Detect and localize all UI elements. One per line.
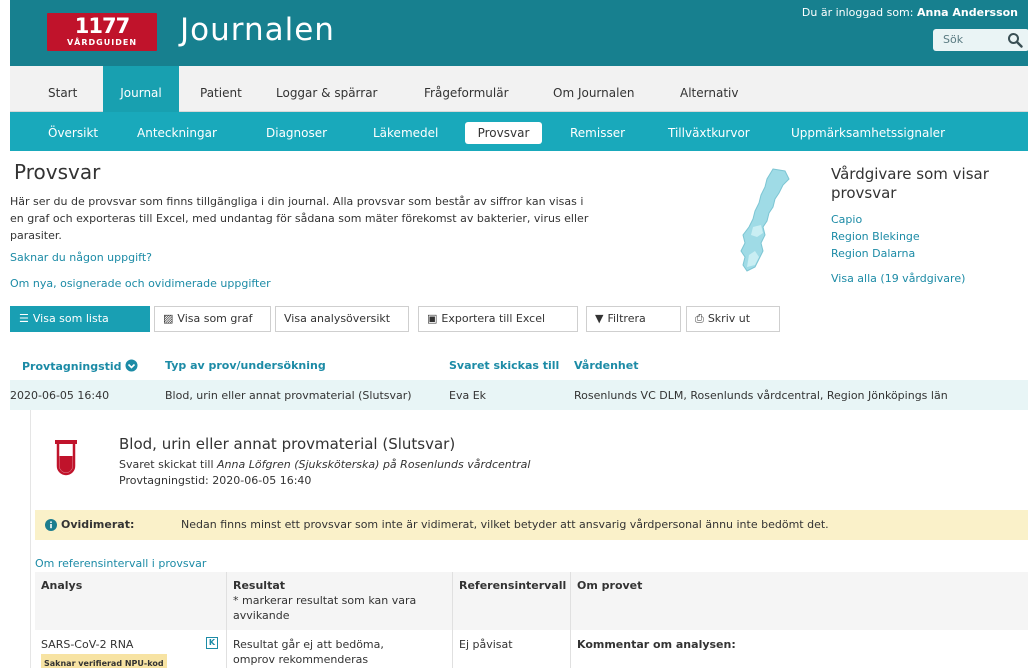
providers-panel: Vårdgivare som visar provsvar Capio Regi… bbox=[831, 165, 1001, 287]
result-detail: Blod, urin eller annat provmaterial (Slu… bbox=[30, 410, 1028, 668]
npu-badge: Saknar verifierad NPU-kod bbox=[41, 654, 167, 668]
providers-show-all-link[interactable]: Visa alla (19 vårdgivare) bbox=[831, 270, 1001, 287]
list-icon: ☰ bbox=[19, 312, 29, 325]
row-type: Blod, urin eller annat provmaterial (Slu… bbox=[165, 389, 412, 402]
nav-logs[interactable]: Loggar & spärrar bbox=[276, 66, 378, 112]
col-sample-time[interactable]: Provtagningstid bbox=[22, 359, 138, 373]
sweden-map-icon bbox=[740, 168, 790, 272]
reference-col-header: Referensintervall bbox=[453, 572, 571, 630]
subnav-test-results[interactable]: Provsvar bbox=[465, 122, 542, 144]
reference-interval-link[interactable]: Om referensintervall i provsvar bbox=[35, 557, 206, 570]
result-cell: Resultat går ej att bedöma, omprov rekom… bbox=[227, 630, 453, 668]
subnav-notes[interactable]: Anteckningar bbox=[137, 122, 217, 144]
sort-icon[interactable] bbox=[125, 359, 138, 372]
search-label: Sök bbox=[943, 33, 964, 46]
user-name: Anna Andersson bbox=[916, 6, 1018, 19]
col-care-unit[interactable]: Vårdenhet bbox=[574, 359, 638, 372]
row-unit: Rosenlunds VC DLM, Rosenlunds vårdcentra… bbox=[574, 389, 948, 402]
subnav-referrals[interactable]: Remisser bbox=[570, 122, 625, 144]
search-icon[interactable] bbox=[1007, 32, 1023, 48]
logged-in-info: Du är inloggad som: Anna Andersson bbox=[802, 6, 1018, 19]
search-box[interactable]: Sök bbox=[933, 29, 1028, 51]
info-icon bbox=[45, 519, 57, 531]
unverified-warning: Ovidimerat: Nedan finns minst ett provsv… bbox=[35, 510, 1028, 540]
subnav-diagnoses[interactable]: Diagnoser bbox=[266, 122, 327, 144]
table-row[interactable]: 2020-06-05 16:40 Blod, urin eller annat … bbox=[10, 380, 1028, 410]
nav-forms[interactable]: Frågeformulär bbox=[424, 66, 509, 112]
excel-icon: ▣ bbox=[427, 312, 438, 325]
detail-title: Blod, urin eller annat provmaterial (Slu… bbox=[119, 435, 456, 453]
filter-button[interactable]: ▼ Filtrera bbox=[586, 306, 681, 332]
about-col-header: Om provet bbox=[571, 572, 1028, 630]
page-intro: Här ser du de provsvar som finns tillgän… bbox=[10, 195, 589, 242]
view-as-graph-button[interactable]: ▨ Visa som graf bbox=[154, 306, 271, 332]
nav-about[interactable]: Om Journalen bbox=[553, 66, 634, 112]
subnav-attention-signals[interactable]: Uppmärksamhetssignaler bbox=[791, 122, 945, 144]
results-table-header: Provtagningstid Typ av prov/undersökning… bbox=[10, 353, 1028, 379]
logged-in-prefix: Du är inloggad som: bbox=[801, 6, 914, 19]
view-as-list-button[interactable]: ☰ Visa som lista bbox=[10, 306, 150, 332]
app-title: Journalen bbox=[180, 12, 335, 48]
nav-patient[interactable]: Patient bbox=[200, 66, 242, 112]
logo-1177[interactable]: 1177 VÅRDGUIDEN bbox=[47, 13, 157, 51]
detail-sample-time: Provtagningstid: 2020-06-05 16:40 bbox=[119, 474, 312, 487]
analysis-name: SARS-CoV-2 RNA bbox=[41, 638, 134, 651]
row-time: 2020-06-05 16:40 bbox=[10, 389, 110, 402]
about-cell: Kommentar om analysen: bbox=[577, 638, 736, 651]
col-test-type[interactable]: Typ av prov/undersökning bbox=[165, 359, 326, 372]
col-sent-to[interactable]: Svaret skickas till bbox=[449, 359, 559, 372]
sub-nav: Översikt Anteckningar Diagnoser Läkemede… bbox=[10, 112, 1028, 151]
k-icon[interactable]: K bbox=[206, 637, 218, 649]
page-title: Provsvar bbox=[14, 160, 101, 184]
nav-journal[interactable]: Journal bbox=[103, 66, 179, 112]
missing-data-link[interactable]: Saknar du någon uppgift? bbox=[10, 251, 152, 264]
print-button[interactable]: ⎙ Skriv ut bbox=[686, 306, 780, 332]
export-excel-button[interactable]: ▣ Exportera till Excel bbox=[418, 306, 578, 332]
new-data-info-link[interactable]: Om nya, osignerade och ovidimerade uppgi… bbox=[10, 277, 271, 290]
filter-icon: ▼ bbox=[595, 312, 604, 325]
print-icon: ⎙ bbox=[695, 312, 704, 325]
detail-sent-to: Svaret skickat till Anna Löfgren (Sjuksk… bbox=[119, 458, 531, 471]
subnav-overview[interactable]: Översikt bbox=[48, 122, 98, 144]
providers-title: Vårdgivare som visar provsvar bbox=[831, 165, 989, 202]
test-tube-icon bbox=[55, 440, 77, 476]
reference-cell: Ej påvisat bbox=[453, 630, 571, 668]
nav-start[interactable]: Start bbox=[48, 66, 77, 112]
view-analysis-overview-button[interactable]: Visa analysöversikt bbox=[275, 306, 409, 332]
main-nav: Start Journal Patient Loggar & spärrar F… bbox=[10, 66, 1028, 112]
result-col-header: Resultat * markerar resultat som kan var… bbox=[227, 572, 453, 630]
warning-text: Nedan finns minst ett provsvar som inte … bbox=[181, 518, 829, 531]
nav-options[interactable]: Alternativ bbox=[680, 66, 738, 112]
site-header: 1177 VÅRDGUIDEN Journalen Du är inloggad… bbox=[10, 0, 1028, 66]
provider-capio[interactable]: Capio bbox=[831, 211, 1001, 228]
analysis-col-header: Analys bbox=[35, 572, 227, 630]
warning-label: Ovidimerat: bbox=[61, 518, 135, 531]
logo-text: VÅRDGUIDEN bbox=[66, 38, 138, 47]
logo-number: 1177 bbox=[74, 14, 130, 38]
row-sent-to: Eva Ek bbox=[449, 389, 487, 402]
subnav-growth-charts[interactable]: Tillväxtkurvor bbox=[668, 122, 750, 144]
provider-region-blekinge[interactable]: Region Blekinge bbox=[831, 228, 1001, 245]
analysis-cell: SARS-CoV-2 RNA Saknar verifierad NPU-kod… bbox=[35, 630, 227, 668]
analysis-table: Analys Resultat * markerar resultat som … bbox=[35, 572, 1028, 668]
subnav-medications[interactable]: Läkemedel bbox=[373, 122, 438, 144]
graph-icon: ▨ bbox=[163, 312, 174, 325]
provider-region-dalarna[interactable]: Region Dalarna bbox=[831, 245, 1001, 262]
